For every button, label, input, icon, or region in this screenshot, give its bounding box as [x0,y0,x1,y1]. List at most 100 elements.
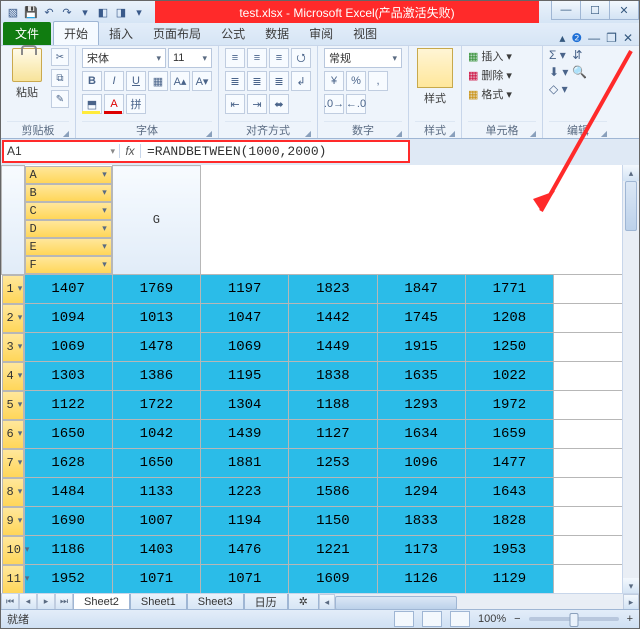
horizontal-scrollbar[interactable] [335,594,623,610]
cell[interactable]: 1150 [289,507,377,536]
row-header[interactable]: 1 [2,275,24,304]
cell[interactable]: 1449 [289,333,377,362]
cell[interactable]: 1007 [112,507,200,536]
cell[interactable]: 1722 [112,391,200,420]
cell[interactable]: 1628 [24,449,112,478]
cell[interactable]: 1294 [377,478,465,507]
font-color-button[interactable]: A [104,94,124,114]
help-icon[interactable]: ❷ [571,31,582,45]
align-bottom-icon[interactable]: ≡ [269,48,289,68]
cell[interactable]: 1069 [201,333,289,362]
fill-icon[interactable]: ⬇ ▾ [549,65,568,79]
cell[interactable]: 1586 [289,478,377,507]
file-tab[interactable]: 文件 [3,22,51,45]
tab-layout[interactable]: 页面布局 [143,22,211,45]
view-pagebreak-icon[interactable] [450,611,470,627]
col-header[interactable]: E [25,238,112,256]
cell[interactable]: 1304 [201,391,289,420]
zoom-in-button[interactable]: + [627,613,633,625]
decrease-font-icon[interactable]: A▾ [192,71,212,91]
copy-icon[interactable]: ⧉ [51,69,69,87]
cell[interactable]: 1022 [465,362,553,391]
row-header[interactable]: 11 [2,565,24,594]
name-box[interactable]: A1 [3,144,120,158]
cell[interactable]: 1129 [465,565,553,594]
zoom-level[interactable]: 100% [478,613,506,625]
font-family-select[interactable]: 宋体 [82,48,166,68]
tab-first-icon[interactable]: ⏮ [1,594,19,611]
cell[interactable]: 1769 [112,274,200,304]
insert-cells-button[interactable]: ▦插入▾ [468,48,512,64]
cell[interactable]: 1650 [24,420,112,449]
tab-formulas[interactable]: 公式 [211,22,255,45]
scroll-up-icon[interactable]: ▴ [623,165,639,181]
sheet-tab[interactable]: 日历 [244,594,288,611]
cell[interactable]: 1221 [289,536,377,565]
cut-icon[interactable]: ✂ [51,48,69,66]
autosum-icon[interactable]: Σ ▾ [549,48,568,62]
cell[interactable]: 1635 [377,362,465,391]
cell[interactable]: 1173 [377,536,465,565]
col-header[interactable]: B [25,184,112,202]
cell[interactable]: 1188 [289,391,377,420]
cell[interactable]: 1250 [465,333,553,362]
cell[interactable]: 1122 [24,391,112,420]
save-icon[interactable]: 💾 [23,4,39,20]
row-header[interactable]: 2 [2,304,24,333]
cell[interactable]: 1386 [112,362,200,391]
cell[interactable]: 1478 [112,333,200,362]
cell[interactable]: 1650 [112,449,200,478]
minimize-button[interactable]: — [551,1,581,20]
cell[interactable]: 1197 [201,274,289,304]
cell[interactable]: 1194 [201,507,289,536]
sort-filter-icon[interactable]: ⇵ [572,48,587,62]
decrease-decimal-icon[interactable]: ←.0 [346,94,366,114]
align-middle-icon[interactable]: ≡ [247,48,267,68]
increase-font-icon[interactable]: A▴ [170,71,190,91]
row-header[interactable]: 6 [2,420,24,449]
format-painter-icon[interactable]: ✎ [51,90,69,108]
cell[interactable]: 1828 [465,507,553,536]
cell[interactable]: 1442 [289,304,377,333]
qat-extra1-icon[interactable]: ◧ [95,4,111,20]
underline-button[interactable]: U [126,71,146,91]
row-header[interactable]: 8 [2,478,24,507]
cell[interactable]: 1069 [24,333,112,362]
sheet-tab[interactable]: Sheet1 [130,594,187,611]
italic-button[interactable]: I [104,71,124,91]
col-header[interactable]: C [25,202,112,220]
cell[interactable]: 1186 [24,536,112,565]
tab-home[interactable]: 开始 [53,21,99,45]
select-all-button[interactable] [2,166,25,275]
cell[interactable]: 1915 [377,333,465,362]
align-center-icon[interactable]: ≣ [247,71,267,91]
cell[interactable]: 1771 [465,274,553,304]
tab-prev-icon[interactable]: ◂ [19,594,37,611]
paste-button[interactable]: 粘贴 [7,48,47,100]
cell[interactable]: 1403 [112,536,200,565]
view-normal-icon[interactable] [394,611,414,627]
cell[interactable]: 1477 [465,449,553,478]
doc-close-icon[interactable]: ✕ [623,31,633,45]
row-header[interactable]: 4 [2,362,24,391]
cell[interactable]: 1195 [201,362,289,391]
delete-cells-button[interactable]: ▦删除▾ [468,67,512,83]
cell[interactable]: 1071 [112,565,200,594]
cell[interactable]: 1303 [24,362,112,391]
cell[interactable]: 1013 [112,304,200,333]
zoom-out-button[interactable]: − [514,613,520,625]
cell[interactable]: 1042 [112,420,200,449]
qat-more-icon[interactable]: ▾ [77,4,93,20]
font-size-select[interactable]: 11 [168,48,212,68]
cell[interactable]: 1208 [465,304,553,333]
cell[interactable]: 1047 [201,304,289,333]
cell[interactable]: 1127 [289,420,377,449]
increase-decimal-icon[interactable]: .0→ [324,94,344,114]
clear-icon[interactable]: ◇ ▾ [549,82,568,96]
cell[interactable]: 1881 [201,449,289,478]
tab-last-icon[interactable]: ⏭ [55,594,73,611]
cell[interactable]: 1847 [377,274,465,304]
align-top-icon[interactable]: ≡ [225,48,245,68]
data-grid[interactable]: ABCDEFG114071769119718231847177121094101… [1,165,639,594]
percent-icon[interactable]: % [346,71,366,91]
